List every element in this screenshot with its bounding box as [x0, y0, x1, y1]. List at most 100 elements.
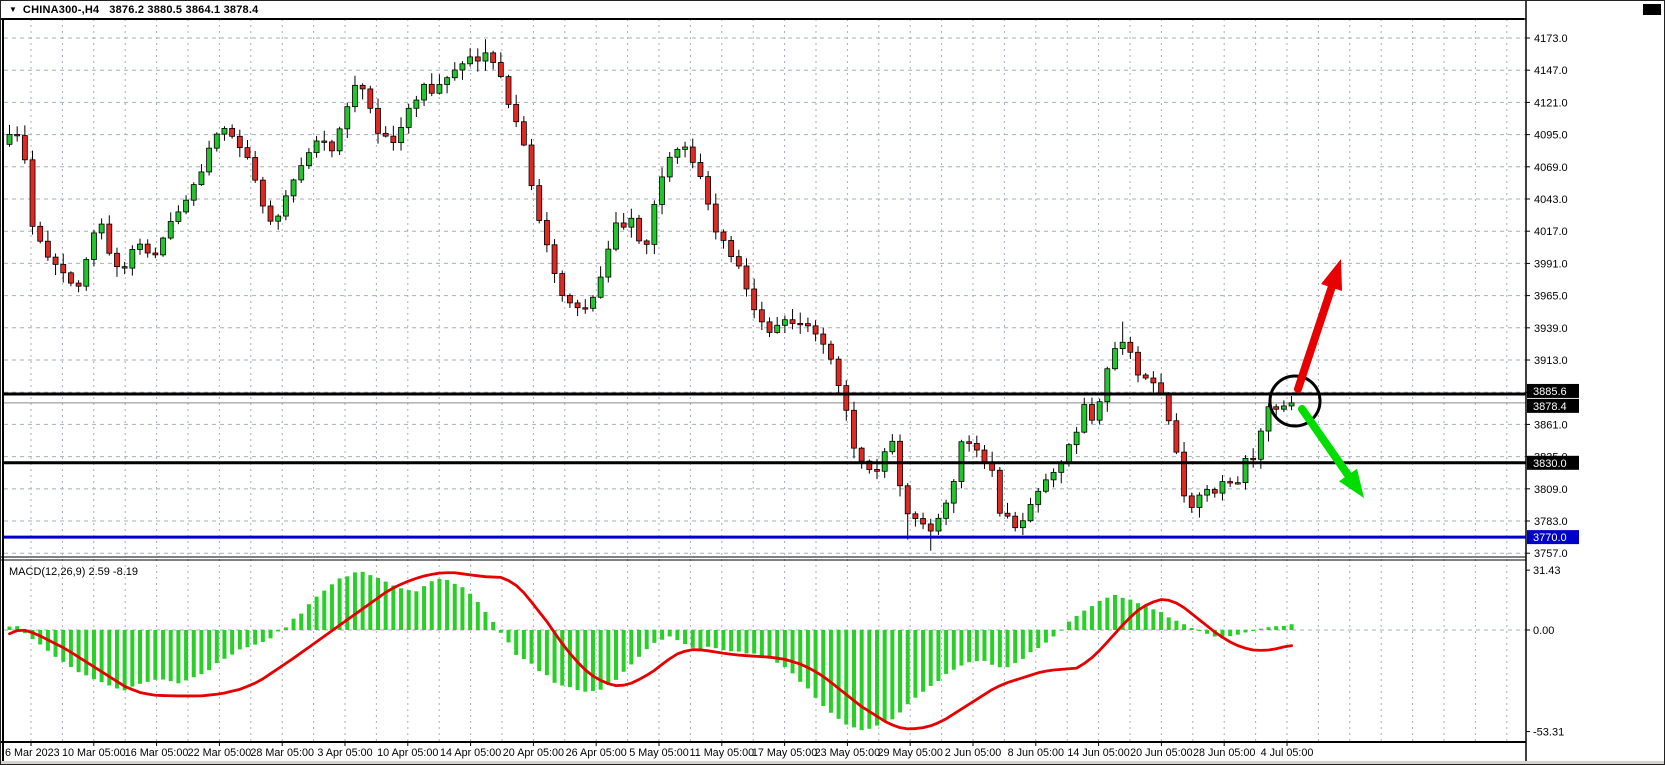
level-lines[interactable] — [4, 394, 1526, 537]
candle-body — [621, 223, 626, 227]
macd-histogram-bar — [675, 630, 679, 640]
bullish-arrow-shaft[interactable] — [1298, 288, 1332, 390]
macd-histogram-bar — [1282, 626, 1286, 630]
macd-histogram-bar — [315, 597, 319, 630]
macd-histogram-bar — [944, 630, 948, 674]
macd-histogram-bar — [814, 630, 818, 698]
macd-histogram-bar — [460, 587, 464, 630]
macd-histogram-bar — [1144, 606, 1148, 630]
candles[interactable] — [7, 39, 1294, 551]
macd-histogram-bar — [430, 581, 434, 630]
macd-histogram-bar — [967, 630, 971, 662]
candle-body — [230, 128, 235, 136]
macd-histogram-bar — [714, 630, 718, 648]
candle-body — [506, 77, 511, 105]
macd-histogram-bar — [883, 630, 887, 722]
candle-body — [821, 334, 826, 344]
trading-chart-window: ▼ CHINA300-,H4 3876.2 3880.5 3864.1 3878… — [0, 0, 1665, 765]
macd-histogram-bar — [606, 630, 610, 685]
macd-histogram-bar — [307, 604, 311, 630]
candle-body — [429, 84, 434, 93]
price-badge-label: 3885.6 — [1533, 386, 1567, 398]
candle-body — [299, 166, 304, 180]
candle-body — [759, 310, 764, 322]
candle-body — [222, 128, 227, 134]
macd-histogram-bar — [622, 630, 626, 672]
candle-body — [1074, 432, 1079, 445]
time-tick-label: 26 Apr 05:00 — [566, 747, 627, 759]
macd-histogram-bar — [292, 619, 296, 630]
candle-body — [145, 244, 150, 253]
candle-body — [1013, 516, 1018, 527]
macd-histogram-bar — [1090, 606, 1094, 630]
candle-body — [1066, 445, 1071, 462]
macd-histogram-bar — [721, 630, 725, 650]
candle-body — [844, 386, 849, 411]
candle-body — [337, 129, 342, 151]
macd-histogram-bar — [1082, 611, 1086, 630]
candle-body — [168, 221, 173, 238]
candle-body — [1182, 452, 1187, 496]
macd-histogram-bar — [1290, 624, 1294, 630]
macd-histogram-bar — [69, 630, 73, 667]
candle-body — [76, 283, 81, 286]
candle-body — [521, 122, 526, 145]
candle-body — [767, 322, 772, 333]
macd-histogram-bar — [752, 630, 756, 654]
candle-body — [729, 240, 734, 256]
macd-histogram-bar — [698, 630, 702, 649]
time-tick-label: 6 Mar 2023 — [5, 747, 60, 759]
time-tick-label: 20 Jun 05:00 — [1130, 747, 1192, 759]
price-tick-label: 4173.0 — [1534, 33, 1568, 45]
macd-histogram-bar — [844, 630, 848, 725]
price-tick-label: 4069.0 — [1534, 162, 1568, 174]
candle-body — [468, 57, 473, 64]
macd-histogram-bar — [130, 630, 134, 687]
candle-body — [352, 85, 357, 106]
candle-body — [575, 303, 580, 308]
macd-histogram-bar — [545, 630, 549, 675]
macd-histogram-bar — [169, 630, 173, 681]
candle-body — [245, 148, 250, 158]
candle-body — [629, 218, 634, 227]
macd-histogram-bar — [414, 591, 418, 630]
candle-body — [68, 273, 73, 283]
macd-histogram-bar — [837, 630, 841, 719]
macd-indicator[interactable] — [8, 572, 1294, 730]
candle-body — [982, 450, 987, 462]
chart-title-bar[interactable]: ▼ CHINA300-,H4 3876.2 3880.5 3864.1 3878… — [1, 1, 1524, 20]
candle-body — [22, 136, 27, 160]
candle-body — [567, 296, 572, 303]
candle-body — [713, 204, 718, 232]
time-tick-label: 2 Jun 05:00 — [945, 747, 1001, 759]
candle-body — [61, 264, 66, 272]
candle-body — [828, 344, 833, 359]
macd-histogram-bar — [1075, 616, 1079, 630]
candle-body — [1197, 495, 1202, 507]
macd-histogram-bar — [361, 572, 365, 630]
candlestick-chart-canvas[interactable]: 4173.04147.04121.04095.04069.04043.04017… — [1, 1, 1665, 765]
symbol-dropdown-icon[interactable]: ▼ — [9, 5, 17, 14]
candle-body — [1274, 407, 1279, 409]
macd-histogram-bar — [1228, 630, 1232, 636]
candle-body — [1097, 402, 1102, 420]
macd-histogram-bar — [929, 630, 933, 686]
candle-body — [1128, 342, 1133, 352]
macd-histogram-bar — [553, 630, 557, 683]
candle-body — [598, 277, 603, 297]
candle-body — [560, 274, 565, 296]
bearish-arrow-shaft[interactable] — [1302, 409, 1348, 475]
macd-histogram-bar — [123, 630, 127, 690]
candle-body — [153, 253, 158, 255]
candle-body — [951, 481, 956, 503]
macd-histogram-bar — [338, 578, 342, 630]
macd-histogram-bar — [215, 630, 219, 663]
price-axis[interactable]: 4173.04147.04121.04095.04069.04043.04017… — [1526, 33, 1579, 739]
time-tick-label: 22 Mar 05:00 — [188, 747, 252, 759]
candle-body — [537, 186, 542, 221]
candle-body — [1228, 482, 1233, 483]
candle-body — [859, 448, 864, 461]
time-axis[interactable]: 6 Mar 202310 Mar 05:0016 Mar 05:0022 Mar… — [5, 742, 1313, 759]
macd-histogram-bar — [637, 630, 641, 657]
macd-histogram-bar — [138, 630, 142, 684]
